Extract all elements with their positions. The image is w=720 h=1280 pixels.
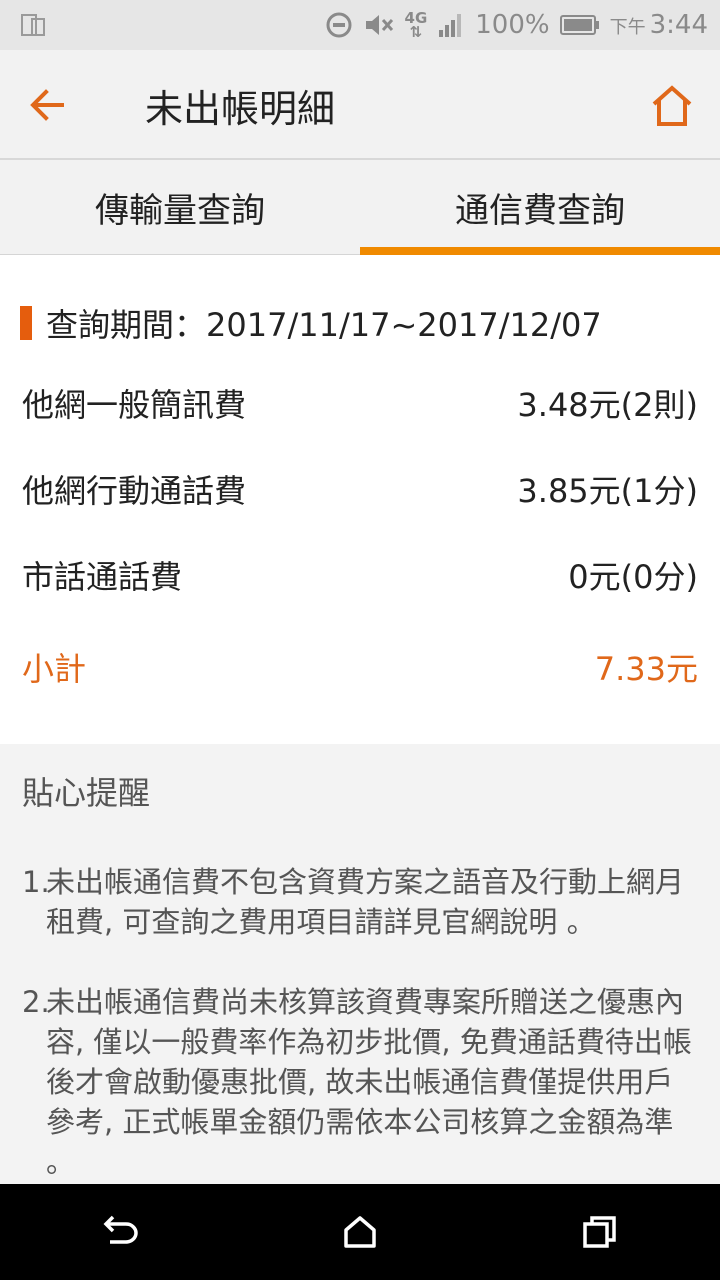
signal-icon bbox=[439, 14, 462, 37]
reminder-note: 2. 未出帳通信費尚未核算該資費專案所贈送之優惠內容, 僅以一般費率作為初步批價… bbox=[22, 982, 692, 1182]
note-text: 未出帳通信費尚未核算該資費專案所贈送之優惠內容, 僅以一般費率作為初步批價, 免… bbox=[46, 985, 692, 1179]
reminder-title: 貼心提醒 bbox=[22, 774, 151, 812]
period-marker bbox=[20, 306, 32, 340]
fee-row: 他網一般簡訊費 3.48元(2則) bbox=[0, 360, 720, 446]
network-type-label: 4G bbox=[404, 9, 428, 27]
home-icon[interactable] bbox=[646, 80, 698, 130]
tab-call-charges[interactable]: 通信費查詢 bbox=[360, 160, 720, 255]
back-arrow-icon[interactable] bbox=[22, 80, 72, 130]
tab-data-usage[interactable]: 傳輸量查詢 bbox=[0, 160, 360, 254]
screen-mirror-icon bbox=[21, 14, 45, 36]
system-nav-bar bbox=[0, 1184, 720, 1280]
home-nav-button[interactable] bbox=[330, 1202, 390, 1262]
clock: 下午 3:44 bbox=[610, 10, 708, 40]
page-title: 未出帳明細 bbox=[145, 87, 336, 131]
home-nav-icon bbox=[344, 1216, 376, 1248]
query-period: 查詢期間：2017/11/17~2017/12/07 bbox=[20, 300, 602, 346]
fee-name: 市話通話費 bbox=[22, 558, 183, 596]
subtotal-value: 7.33元 bbox=[594, 650, 698, 688]
note-number: 1. bbox=[22, 865, 50, 899]
do-not-disturb-icon bbox=[326, 12, 352, 38]
battery-percent: 100% bbox=[475, 10, 550, 40]
fee-value: 3.48元(2則) bbox=[517, 386, 698, 424]
subtotal-row: 小計 7.33元 bbox=[0, 624, 720, 710]
fee-list: 他網一般簡訊費 3.48元(2則) 他網行動通話費 3.85元(1分) 市話通話… bbox=[0, 360, 720, 618]
back-nav-icon bbox=[103, 1215, 138, 1244]
fee-value: 0元(0分) bbox=[568, 558, 698, 596]
fee-name: 他網一般簡訊費 bbox=[22, 386, 247, 424]
fee-value: 3.85元(1分) bbox=[517, 472, 698, 510]
note-text: 未出帳通信費不包含資費方案之語音及行動上網月租費, 可查詢之費用項目請詳見官網說… bbox=[46, 865, 685, 939]
recents-nav-icon bbox=[583, 1216, 616, 1248]
fee-name: 他網行動通話費 bbox=[22, 472, 247, 510]
recents-nav-button[interactable] bbox=[570, 1202, 630, 1262]
subtotal-label: 小計 bbox=[22, 650, 87, 688]
clock-ampm: 下午 bbox=[609, 17, 646, 38]
reminder-section: 貼心提醒 1. 未出帳通信費不包含資費方案之語音及行動上網月租費, 可查詢之費用… bbox=[0, 744, 720, 1184]
4g-data-icon: 4G ⇅ bbox=[404, 9, 428, 41]
status-bar: 4G ⇅ 100% 下午 3:44 bbox=[0, 0, 720, 50]
app-bar: 未出帳明細 bbox=[0, 50, 720, 160]
fee-row: 他網行動通話費 3.85元(1分) bbox=[0, 446, 720, 532]
reminder-note: 1. 未出帳通信費不包含資費方案之語音及行動上網月租費, 可查詢之費用項目請詳見… bbox=[22, 862, 692, 942]
battery-icon bbox=[559, 15, 599, 35]
period-text: 查詢期間：2017/11/17~2017/12/07 bbox=[46, 306, 602, 344]
tab-bar: 傳輸量查詢 通信費查詢 bbox=[0, 160, 720, 255]
clock-time: 3:44 bbox=[649, 10, 708, 40]
fee-row: 市話通話費 0元(0分) bbox=[0, 532, 720, 618]
mute-icon bbox=[365, 15, 393, 35]
note-number: 2. bbox=[22, 985, 50, 1019]
back-nav-button[interactable] bbox=[90, 1202, 150, 1262]
